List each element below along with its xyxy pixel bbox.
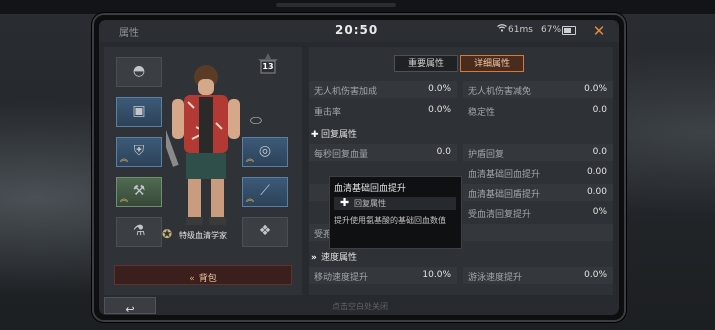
rank-chevron-icon: ︽ bbox=[246, 154, 254, 163]
section-header-speed: » 速度属性 bbox=[311, 250, 357, 264]
close-hint: 点击空白处关闭 bbox=[332, 302, 388, 311]
mask-slot[interactable]: ▣ bbox=[116, 97, 162, 127]
player-title-text: 特级血清学家 bbox=[179, 231, 227, 240]
rank-chevron-icon: ︽ bbox=[246, 194, 254, 203]
tooltip-title: 血清基础回血提升 bbox=[334, 184, 407, 194]
battery-percent: 67% bbox=[541, 25, 562, 35]
status-bar: 属性 20:50 61ms 67% ✕ bbox=[99, 20, 619, 42]
section-title: 回复属性 bbox=[321, 130, 358, 140]
stat-label: 无人机伤害减免 bbox=[468, 87, 532, 97]
attributes-screen: 属性 20:50 61ms 67% ✕ ◓ ▣ ⛨ ︽ ⚒ ︽ ⚗ ⬭ ◎ ︽ ⟋ ︽ … bbox=[99, 20, 619, 315]
tab-important-attributes[interactable]: 重要属性 bbox=[394, 55, 458, 72]
chevron-left-icon: « bbox=[189, 274, 195, 284]
tooltip-description: 提升使用氨基酸的基础回血数值 bbox=[334, 216, 446, 225]
battery-icon bbox=[562, 26, 576, 35]
stat-value: 10.0% bbox=[422, 270, 451, 280]
level-badge: 13 bbox=[256, 53, 280, 79]
stat-row: 无人机伤害减免 0.0% bbox=[463, 81, 613, 98]
stat-value: 0.0% bbox=[428, 84, 451, 94]
stat-value: 0.0 bbox=[592, 147, 607, 157]
weapon-slot-2[interactable]: ⟋ ︽ bbox=[242, 177, 288, 207]
stat-row: 血清基础回盾提升 0.00 bbox=[463, 184, 613, 201]
return-button[interactable]: ↩ bbox=[104, 297, 156, 315]
double-chevron-icon: » bbox=[311, 253, 317, 263]
stat-value: 0.0% bbox=[428, 105, 451, 115]
backpack-label: 背包 bbox=[198, 274, 217, 284]
top-bezel bbox=[0, 0, 715, 14]
plus-icon: ✚ bbox=[340, 196, 350, 209]
stat-label: 血清基础回血提升 bbox=[468, 170, 541, 180]
stat-row: 稳定性 0.0 bbox=[463, 102, 613, 119]
stat-label: 无人机伤害加成 bbox=[314, 87, 378, 97]
wifi-icon bbox=[497, 24, 507, 35]
rank-chevron-icon: ︽ bbox=[120, 154, 128, 163]
cap-icon: ◓ bbox=[132, 63, 146, 79]
bottom-bar: ↩ 点击空白处关闭 bbox=[104, 297, 614, 315]
stat-label: 稳定性 bbox=[468, 108, 496, 118]
stat-row: 每秒回复血量 0.0 bbox=[309, 144, 457, 161]
tab-detailed-attributes[interactable]: 详细属性 bbox=[460, 55, 524, 72]
plus-icon: ✚ bbox=[311, 130, 319, 140]
stat-value: 0.0% bbox=[584, 270, 607, 280]
bracelet-slot[interactable]: ◎ ︽ bbox=[242, 137, 288, 167]
character-model bbox=[166, 65, 240, 225]
screen-title: 属性 bbox=[119, 28, 139, 39]
bezel-notch bbox=[276, 3, 396, 7]
accessory-slot[interactable]: ⬭ bbox=[242, 107, 270, 137]
stat-row-empty bbox=[463, 224, 613, 241]
stat-row: 移动速度提升 10.0% bbox=[309, 267, 457, 284]
stat-label: 每秒回复血量 bbox=[314, 150, 369, 160]
stat-row: 游泳速度提升 0.0% bbox=[463, 267, 613, 284]
stat-value: 0.00 bbox=[586, 187, 607, 197]
consumable-slot[interactable]: ⚗ bbox=[116, 217, 162, 247]
stat-value: 0.0% bbox=[584, 84, 607, 94]
bandage-icon: ⬭ bbox=[250, 113, 262, 129]
level-number: 13 bbox=[262, 62, 274, 71]
section-title: 速度属性 bbox=[321, 253, 358, 263]
stat-label: 血清基础回盾提升 bbox=[468, 190, 541, 200]
section-header-recovery: ✚ 回复属性 bbox=[311, 127, 357, 141]
spray-icon: ⚗ bbox=[132, 223, 146, 239]
tooltip-category: ✚ 回复属性 bbox=[334, 196, 456, 210]
stat-value: 0.00 bbox=[586, 167, 607, 177]
weapon-slot-1[interactable]: ⚒ ︽ bbox=[116, 177, 162, 207]
rank-chevron-icon: ︽ bbox=[120, 194, 128, 203]
character-panel: ◓ ▣ ⛨ ︽ ⚒ ︽ ⚗ ⬭ ◎ ︽ ⟋ ︽ ❖ 13 ✪ 特级血清学家 « … bbox=[104, 47, 302, 295]
stat-label: 受血清回复提升 bbox=[468, 210, 532, 220]
stat-value: 0.0 bbox=[592, 105, 607, 115]
device-frame: 属性 20:50 61ms 67% ✕ ◓ ▣ ⛨ ︽ ⚒ ︽ ⚗ ⬭ ◎ ︽ ⟋ ︽ … bbox=[92, 13, 626, 322]
stat-label: 移动速度提升 bbox=[314, 273, 369, 283]
stat-label: 护盾回复 bbox=[468, 150, 505, 160]
tooltip-category-label: 回复属性 bbox=[354, 199, 386, 208]
helmet-slot[interactable]: ◓ bbox=[116, 57, 162, 87]
stat-value: 0.0 bbox=[436, 147, 451, 157]
stat-label: 重击率 bbox=[314, 108, 342, 118]
stat-row: 无人机伤害加成 0.0% bbox=[309, 81, 457, 98]
return-icon: ↩ bbox=[125, 303, 135, 315]
stat-row: 护盾回复 0.0 bbox=[463, 144, 613, 161]
clock: 20:50 bbox=[335, 23, 379, 37]
player-title: ✪ 特级血清学家 bbox=[162, 227, 252, 243]
attribute-tooltip: 血清基础回血提升 ✚ 回复属性 提升使用氨基酸的基础回血数值 bbox=[329, 176, 462, 249]
stat-row: 血清基础回血提升 0.00 bbox=[463, 164, 613, 181]
stat-label: 游泳速度提升 bbox=[468, 273, 523, 283]
backpack-button[interactable]: «背包 bbox=[114, 265, 292, 285]
armor-slot[interactable]: ⛨ ︽ bbox=[116, 137, 162, 167]
stat-row: 重击率 0.0% bbox=[309, 102, 457, 119]
attributes-panel: 重要属性 详细属性 无人机伤害加成 0.0% 无人机伤害减免 0.0% 重击率 … bbox=[309, 47, 613, 295]
medal-icon: ✪ bbox=[162, 227, 173, 241]
ping-readout: 61ms bbox=[508, 25, 533, 35]
stat-value: 0% bbox=[592, 207, 607, 217]
stat-row: 受血清回复提升 0% bbox=[463, 204, 613, 221]
mask-icon: ▣ bbox=[132, 103, 146, 119]
close-icon[interactable]: ✕ bbox=[589, 21, 609, 41]
